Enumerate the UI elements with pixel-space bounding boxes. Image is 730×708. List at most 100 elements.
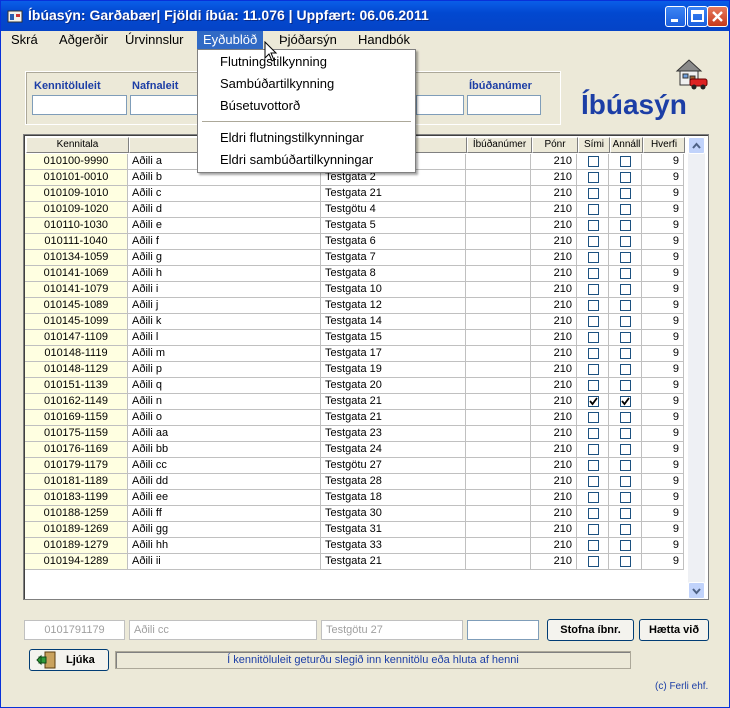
address-search-input[interactable] xyxy=(416,95,464,115)
haetta-vid-button[interactable]: Hætta við xyxy=(639,619,709,641)
simi-checkbox[interactable] xyxy=(588,300,599,311)
annall-checkbox[interactable] xyxy=(620,284,631,295)
annall-checkbox[interactable] xyxy=(620,364,631,375)
annall-checkbox[interactable] xyxy=(620,268,631,279)
title-bar[interactable]: Íbúasýn: Garðabær| Fjöldi íbúa: 11.076 |… xyxy=(1,1,729,31)
table-row[interactable]: 010141-1069 Aðili h Testgata 8 210 9 xyxy=(25,266,689,282)
menu-item-eldri-flutningstilkynningar[interactable]: Eldri flutningstilkynningar xyxy=(220,130,364,145)
table-row[interactable]: 010109-1020 Aðili d Testgötu 4 210 9 xyxy=(25,202,689,218)
table-row[interactable]: 010148-1119 Aðili m Testgata 17 210 9 xyxy=(25,346,689,362)
annall-checkbox[interactable] xyxy=(620,380,631,391)
menu-urvinnslur[interactable]: Úrvinnslur xyxy=(119,31,190,50)
menu-eydublod[interactable]: Eyðublöð xyxy=(197,31,264,50)
maximize-button[interactable] xyxy=(687,6,708,27)
table-row[interactable]: 010109-1010 Aðili c Testgata 21 210 9 xyxy=(25,186,689,202)
col-header-hverfi[interactable]: Hverfi xyxy=(643,137,685,153)
simi-checkbox[interactable] xyxy=(588,332,599,343)
annall-checkbox[interactable] xyxy=(620,252,631,263)
simi-checkbox[interactable] xyxy=(588,348,599,359)
annall-checkbox[interactable] xyxy=(620,524,631,535)
simi-checkbox[interactable] xyxy=(588,220,599,231)
annall-checkbox[interactable] xyxy=(620,508,631,519)
simi-checkbox[interactable] xyxy=(588,508,599,519)
ibudanumer-search-input[interactable] xyxy=(467,95,541,115)
menu-thjodarsyn[interactable]: Þjóðarsýn xyxy=(273,31,343,50)
col-header-ponr[interactable]: Pónr xyxy=(532,137,578,153)
close-button[interactable] xyxy=(707,6,728,27)
simi-checkbox[interactable] xyxy=(588,156,599,167)
menu-adgerdir[interactable]: Aðgerðir xyxy=(53,31,114,50)
col-header-ibudanumer[interactable]: Íbúðanúmer xyxy=(467,137,532,153)
simi-checkbox[interactable] xyxy=(588,172,599,183)
col-header-simi[interactable]: Sími xyxy=(578,137,610,153)
simi-checkbox[interactable] xyxy=(588,396,599,407)
menu-item-busetuvottord[interactable]: Búsetuvottorð xyxy=(220,98,300,113)
table-row[interactable]: 010183-1199 Aðili ee Testgata 18 210 9 xyxy=(25,490,689,506)
table-row[interactable]: 010194-1289 Aðili ii Testgata 21 210 9 xyxy=(25,554,689,570)
simi-checkbox[interactable] xyxy=(588,540,599,551)
col-header-kennitala[interactable]: Kennitala xyxy=(26,137,129,153)
ibudanumer-entry-field[interactable] xyxy=(467,620,539,640)
simi-checkbox[interactable] xyxy=(588,268,599,279)
annall-checkbox[interactable] xyxy=(620,396,631,407)
table-row[interactable]: 010189-1269 Aðili gg Testgata 31 210 9 xyxy=(25,522,689,538)
annall-checkbox[interactable] xyxy=(620,172,631,183)
annall-checkbox[interactable] xyxy=(620,428,631,439)
table-row[interactable]: 010162-1149 Aðili n Testgata 21 210 9 xyxy=(25,394,689,410)
table-row[interactable]: 010145-1099 Aðili k Testgata 14 210 9 xyxy=(25,314,689,330)
table-row[interactable]: 010134-1059 Aðili g Testgata 7 210 9 xyxy=(25,250,689,266)
table-row[interactable]: 010179-1179 Aðili cc Testgötu 27 210 9 xyxy=(25,458,689,474)
simi-checkbox[interactable] xyxy=(588,316,599,327)
table-row[interactable]: 010176-1169 Aðili bb Testgata 24 210 9 xyxy=(25,442,689,458)
annall-checkbox[interactable] xyxy=(620,156,631,167)
scroll-down-button[interactable] xyxy=(688,582,705,599)
simi-checkbox[interactable] xyxy=(588,364,599,375)
simi-checkbox[interactable] xyxy=(588,556,599,567)
simi-checkbox[interactable] xyxy=(588,444,599,455)
simi-checkbox[interactable] xyxy=(588,188,599,199)
table-row[interactable]: 010181-1189 Aðili dd Testgata 28 210 9 xyxy=(25,474,689,490)
annall-checkbox[interactable] xyxy=(620,348,631,359)
simi-checkbox[interactable] xyxy=(588,252,599,263)
simi-checkbox[interactable] xyxy=(588,428,599,439)
minimize-button[interactable] xyxy=(665,6,686,27)
annall-checkbox[interactable] xyxy=(620,220,631,231)
col-header-annall[interactable]: Annáll xyxy=(610,137,643,153)
simi-checkbox[interactable] xyxy=(588,204,599,215)
annall-checkbox[interactable] xyxy=(620,236,631,247)
annall-checkbox[interactable] xyxy=(620,412,631,423)
annall-checkbox[interactable] xyxy=(620,300,631,311)
annall-checkbox[interactable] xyxy=(620,540,631,551)
annall-checkbox[interactable] xyxy=(620,556,631,567)
table-row[interactable]: 010141-1079 Aðili i Testgata 10 210 9 xyxy=(25,282,689,298)
annall-checkbox[interactable] xyxy=(620,444,631,455)
table-row[interactable]: 010188-1259 Aðili ff Testgata 30 210 9 xyxy=(25,506,689,522)
simi-checkbox[interactable] xyxy=(588,524,599,535)
menu-item-eldri-sambudartilkynningar[interactable]: Eldri sambúðartilkynningar xyxy=(220,152,373,167)
kennitala-search-input[interactable] xyxy=(32,95,127,115)
table-row[interactable]: 010189-1279 Aðili hh Testgata 33 210 9 xyxy=(25,538,689,554)
table-row[interactable]: 010148-1129 Aðili p Testgata 19 210 9 xyxy=(25,362,689,378)
table-row[interactable]: 010145-1089 Aðili j Testgata 12 210 9 xyxy=(25,298,689,314)
menu-item-sambudartilkynning[interactable]: Sambúðartilkynning xyxy=(220,76,334,91)
grid-vertical-scrollbar[interactable] xyxy=(688,137,705,599)
annall-checkbox[interactable] xyxy=(620,204,631,215)
annall-checkbox[interactable] xyxy=(620,316,631,327)
table-row[interactable]: 010110-1030 Aðili e Testgata 5 210 9 xyxy=(25,218,689,234)
simi-checkbox[interactable] xyxy=(588,236,599,247)
table-row[interactable]: 010151-1139 Aðili q Testgata 20 210 9 xyxy=(25,378,689,394)
simi-checkbox[interactable] xyxy=(588,476,599,487)
simi-checkbox[interactable] xyxy=(588,284,599,295)
simi-checkbox[interactable] xyxy=(588,460,599,471)
table-row[interactable]: 010111-1040 Aðili f Testgata 6 210 9 xyxy=(25,234,689,250)
annall-checkbox[interactable] xyxy=(620,460,631,471)
menu-skra[interactable]: Skrá xyxy=(5,31,44,50)
table-row[interactable]: 010147-1109 Aðili l Testgata 15 210 9 xyxy=(25,330,689,346)
table-row[interactable]: 010169-1159 Aðili o Testgata 21 210 9 xyxy=(25,410,689,426)
annall-checkbox[interactable] xyxy=(620,492,631,503)
simi-checkbox[interactable] xyxy=(588,412,599,423)
ljuka-button[interactable]: Ljúka xyxy=(29,649,109,671)
annall-checkbox[interactable] xyxy=(620,188,631,199)
name-search-input[interactable] xyxy=(130,95,202,115)
annall-checkbox[interactable] xyxy=(620,332,631,343)
